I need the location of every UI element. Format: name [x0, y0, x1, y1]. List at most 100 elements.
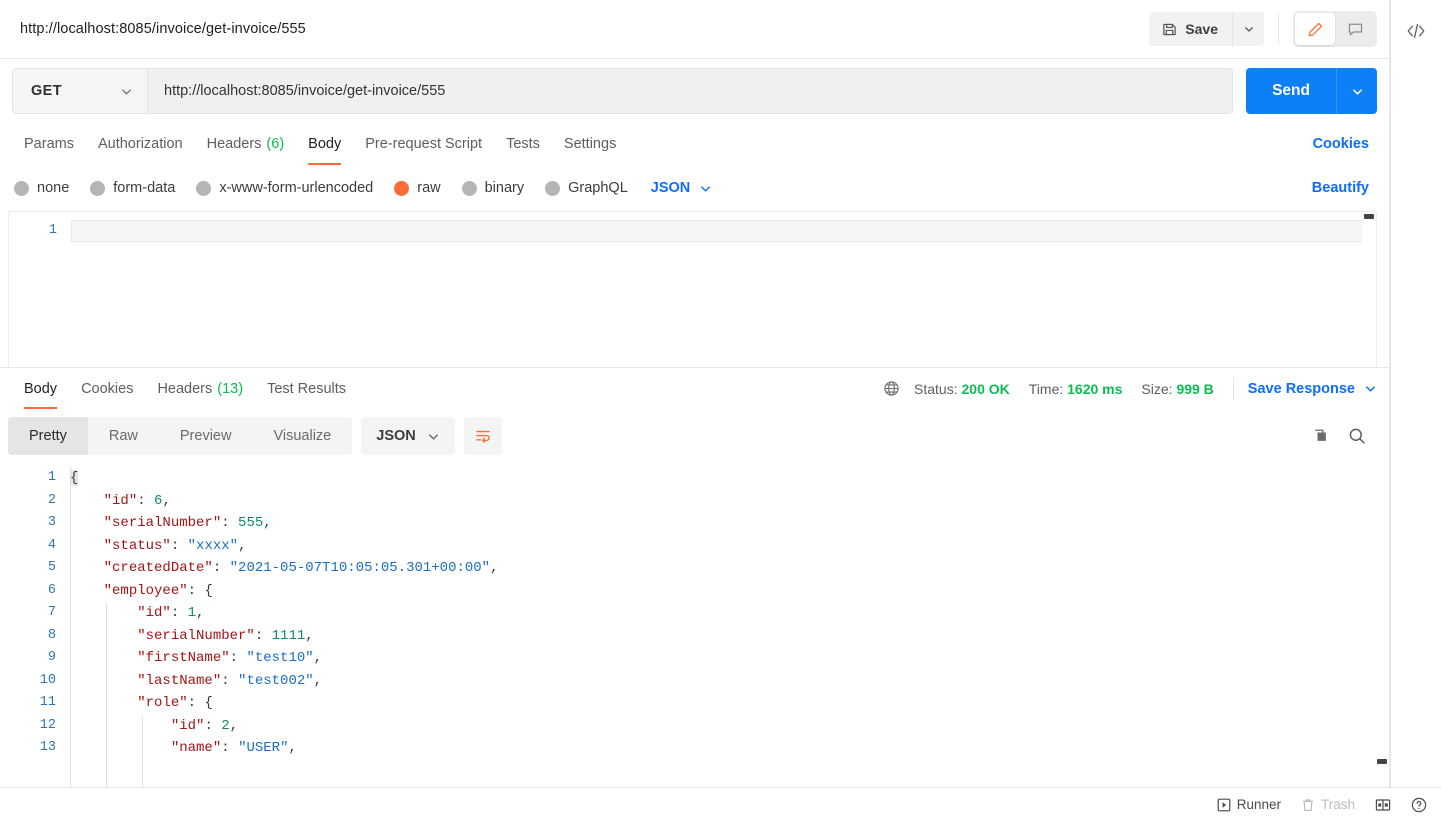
- body-type-row: none form-data x-www-form-urlencoded raw…: [0, 165, 1389, 211]
- response-tab-test-results[interactable]: Test Results: [255, 368, 358, 409]
- line-number: 1: [47, 470, 56, 485]
- save-button[interactable]: Save: [1149, 12, 1232, 46]
- code-line: "status": "xxxx",: [103, 537, 247, 554]
- line-number: 3: [47, 515, 56, 530]
- radio-label: none: [37, 180, 70, 196]
- size-label: Size:: [1141, 380, 1173, 397]
- view-raw-button[interactable]: Raw: [88, 417, 159, 455]
- tab-headers[interactable]: Headers (6): [195, 123, 297, 165]
- tab-count: (13): [217, 380, 244, 397]
- comment-mode-button[interactable]: [1335, 13, 1375, 45]
- radio-icon: [545, 180, 561, 196]
- code-brackets-icon[interactable]: [1403, 18, 1429, 44]
- line-number: 2: [47, 492, 56, 508]
- code-line: "serialNumber": 555,: [103, 515, 272, 531]
- size-value: 999 B: [1176, 380, 1214, 397]
- radio-icon: [14, 180, 29, 196]
- beautify-button[interactable]: Beautify: [1312, 180, 1369, 196]
- response-body-viewer[interactable]: 1 2 3 4 5 6 7 8 9 10 11 12 13 { "id": 6, "serialNumb…: [0, 463, 1389, 787]
- postman-app: http://localhost:8085/invoice/get-invoic…: [0, 0, 1441, 821]
- runner-button[interactable]: Runner: [1217, 797, 1281, 812]
- time-label: Time:: [1028, 380, 1064, 397]
- scrollbar-thumb[interactable]: [1377, 759, 1387, 764]
- line-number: 10: [39, 672, 56, 688]
- body-type-none[interactable]: none: [14, 180, 69, 196]
- radio-icon-selected: [394, 180, 410, 196]
- view-pretty-button[interactable]: Pretty: [8, 417, 88, 455]
- word-wrap-button[interactable]: [463, 417, 502, 455]
- copy-icon[interactable]: [1312, 427, 1331, 446]
- tab-label: Headers: [157, 380, 213, 397]
- tab-settings[interactable]: Settings: [552, 123, 628, 165]
- response-stats: Status: 200 OK Time: 1620 ms Size: 999 B…: [883, 377, 1377, 400]
- send-button-group: Send: [1246, 68, 1377, 114]
- view-mode-group: [1293, 11, 1377, 47]
- body-type-graphql[interactable]: GraphQL: [545, 180, 628, 196]
- tab-label: Headers: [206, 136, 262, 152]
- trash-button[interactable]: Trash: [1301, 797, 1355, 812]
- response-format-select[interactable]: JSON: [361, 417, 455, 455]
- fold-rail: [70, 467, 71, 787]
- chevron-down-icon: [1243, 23, 1255, 35]
- comment-icon: [1347, 21, 1364, 38]
- view-visualize-button[interactable]: Visualize: [252, 417, 352, 455]
- save-options-button[interactable]: [1232, 12, 1264, 46]
- line-number: 1: [48, 223, 57, 238]
- send-options-button[interactable]: [1336, 68, 1377, 114]
- body-type-raw[interactable]: raw: [394, 180, 441, 196]
- tab-tests[interactable]: Tests: [494, 123, 552, 165]
- active-line-highlight: [71, 220, 1362, 242]
- line-number: 12: [39, 717, 56, 733]
- body-type-binary[interactable]: binary: [461, 180, 525, 196]
- response-tab-cookies[interactable]: Cookies: [69, 368, 145, 409]
- line-number: 9: [47, 650, 56, 665]
- scrollbar-thumb[interactable]: [1364, 214, 1374, 219]
- request-body-editor[interactable]: 1: [8, 211, 1377, 367]
- send-button[interactable]: Send: [1246, 68, 1336, 114]
- tab-authorization[interactable]: Authorization: [86, 123, 195, 165]
- chevron-down-icon: [699, 182, 712, 195]
- status-bar-actions: Runner Trash: [1217, 797, 1427, 813]
- view-preview-button[interactable]: Preview: [159, 417, 253, 455]
- code-line: "name": "USER",: [170, 740, 297, 756]
- response-tab-body[interactable]: Body: [12, 368, 69, 409]
- body-row-right: Beautify: [1312, 180, 1377, 196]
- floppy-disk-icon: [1162, 22, 1177, 37]
- http-method-select[interactable]: GET: [12, 68, 148, 114]
- request-title: http://localhost:8085/invoice/get-invoic…: [20, 21, 306, 37]
- body-format-value: JSON: [650, 180, 691, 196]
- response-tab-headers[interactable]: Headers (13): [145, 368, 255, 409]
- response-code[interactable]: { "id": 6, "serialNumber": 555, "status"…: [70, 463, 1389, 787]
- body-format-select[interactable]: JSON: [651, 180, 713, 196]
- question-circle-icon: [1411, 797, 1427, 813]
- request-editor-code-area[interactable]: [71, 212, 1376, 367]
- radio-icon: [196, 180, 212, 196]
- status-value: 200 OK: [961, 380, 1010, 397]
- chevron-down-icon: [427, 430, 440, 443]
- tab-label: Params: [24, 136, 74, 152]
- tab-pre-request-script[interactable]: Pre-request Script: [353, 123, 494, 165]
- tab-label: Tests: [506, 136, 540, 152]
- code-line: "serialNumber": 1111,: [137, 627, 314, 644]
- radio-icon: [461, 180, 477, 196]
- cookies-link[interactable]: Cookies: [1313, 136, 1369, 152]
- radio-icon: [90, 180, 106, 196]
- save-response-button[interactable]: Save Response: [1248, 381, 1377, 397]
- tab-params[interactable]: Params: [12, 123, 86, 165]
- tab-body[interactable]: Body: [296, 123, 353, 165]
- url-input[interactable]: [148, 68, 1234, 114]
- code-line: "firstName": "test10",: [137, 650, 323, 666]
- save-button-label: Save: [1185, 21, 1218, 37]
- word-wrap-icon: [474, 427, 492, 445]
- search-icon[interactable]: [1347, 426, 1367, 446]
- fold-rail: [142, 716, 143, 787]
- radio-label: binary: [484, 180, 525, 196]
- edit-mode-button[interactable]: [1295, 13, 1335, 45]
- request-editor-scrollbar[interactable]: [1362, 212, 1376, 367]
- body-type-x-www-form-urlencoded[interactable]: x-www-form-urlencoded: [196, 180, 373, 196]
- body-type-form-data[interactable]: form-data: [90, 180, 175, 196]
- layout-toggle-button[interactable]: [1375, 797, 1391, 813]
- response-scrollbar[interactable]: [1375, 463, 1389, 787]
- help-button[interactable]: [1411, 797, 1427, 813]
- line-number: 11: [39, 695, 56, 710]
